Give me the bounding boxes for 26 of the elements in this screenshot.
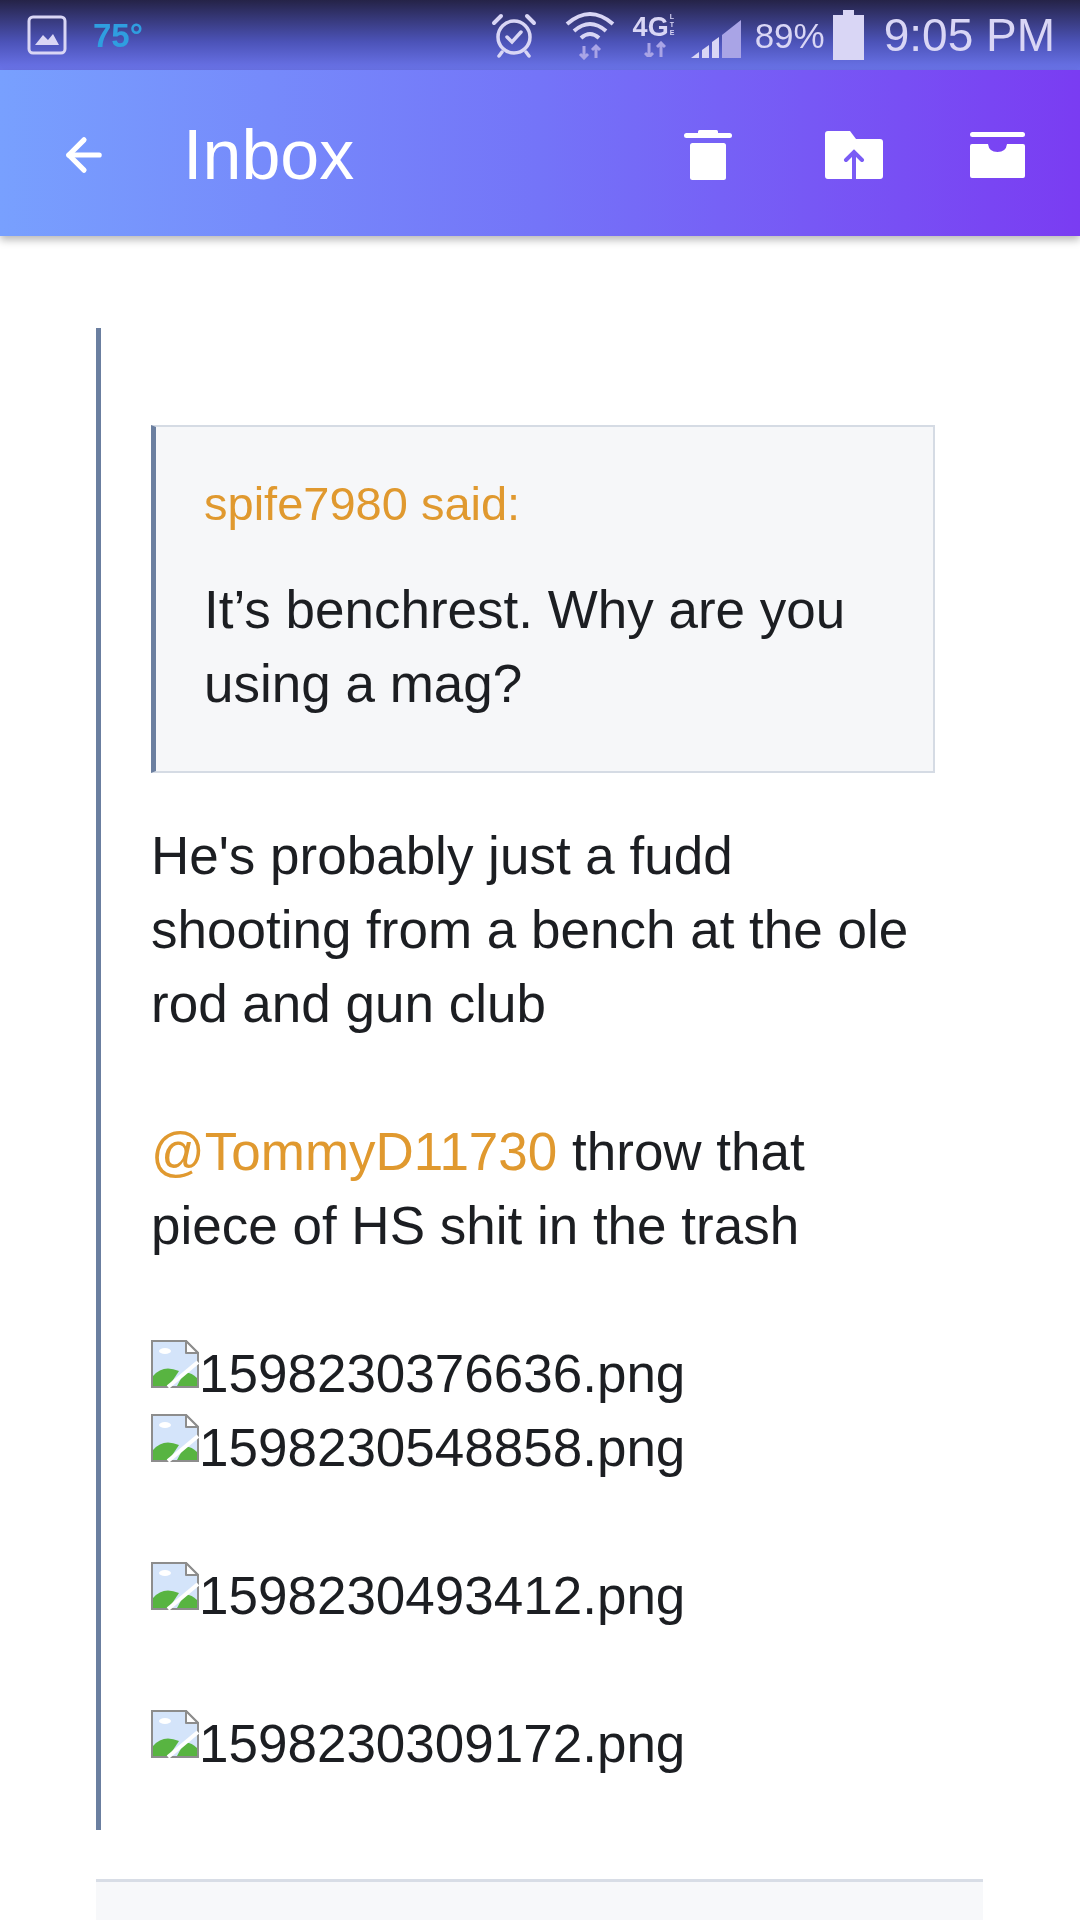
broken-image-icon (151, 1414, 199, 1462)
image-filename: 1598230493412.png (199, 1565, 686, 1627)
network-type-text: 4G (632, 13, 669, 41)
quote-author: spife7980 said: (204, 476, 521, 532)
clock-text: 9:05 PM (883, 12, 1055, 58)
battery-icon (832, 10, 864, 60)
image-filename: 1598230376636.png (199, 1343, 686, 1405)
mention-link[interactable]: @TommyD11730 (151, 1122, 558, 1181)
gallery-icon (27, 15, 67, 55)
alarm-clock-icon (490, 12, 537, 58)
temperature-text: 75° (93, 18, 143, 52)
broken-image-icon (151, 1340, 199, 1388)
message-paragraph: @TommyD11730 throw that piece of HS shit in the trash (151, 1121, 806, 1257)
broken-image-icon (151, 1562, 199, 1610)
data-arrows-icon (643, 41, 666, 57)
battery-percent-text: 89% (754, 17, 825, 53)
broken-image-icon (151, 1710, 199, 1758)
trash-icon (684, 130, 732, 180)
image-filename: 1598230309172.png (199, 1713, 686, 1775)
wifi-icon (564, 10, 615, 60)
message-paragraph: He's probably just a fudd shooting from a bench at the ole rod and gun club (151, 825, 910, 1035)
quote-text: It’s benchrest. Why are you using a mag? (204, 579, 847, 715)
app-bar-title: Inbox (183, 120, 355, 190)
image-filename: 1598230548858.png (199, 1417, 686, 1479)
archive-icon (969, 132, 1025, 178)
folder-upload-icon (825, 131, 883, 179)
